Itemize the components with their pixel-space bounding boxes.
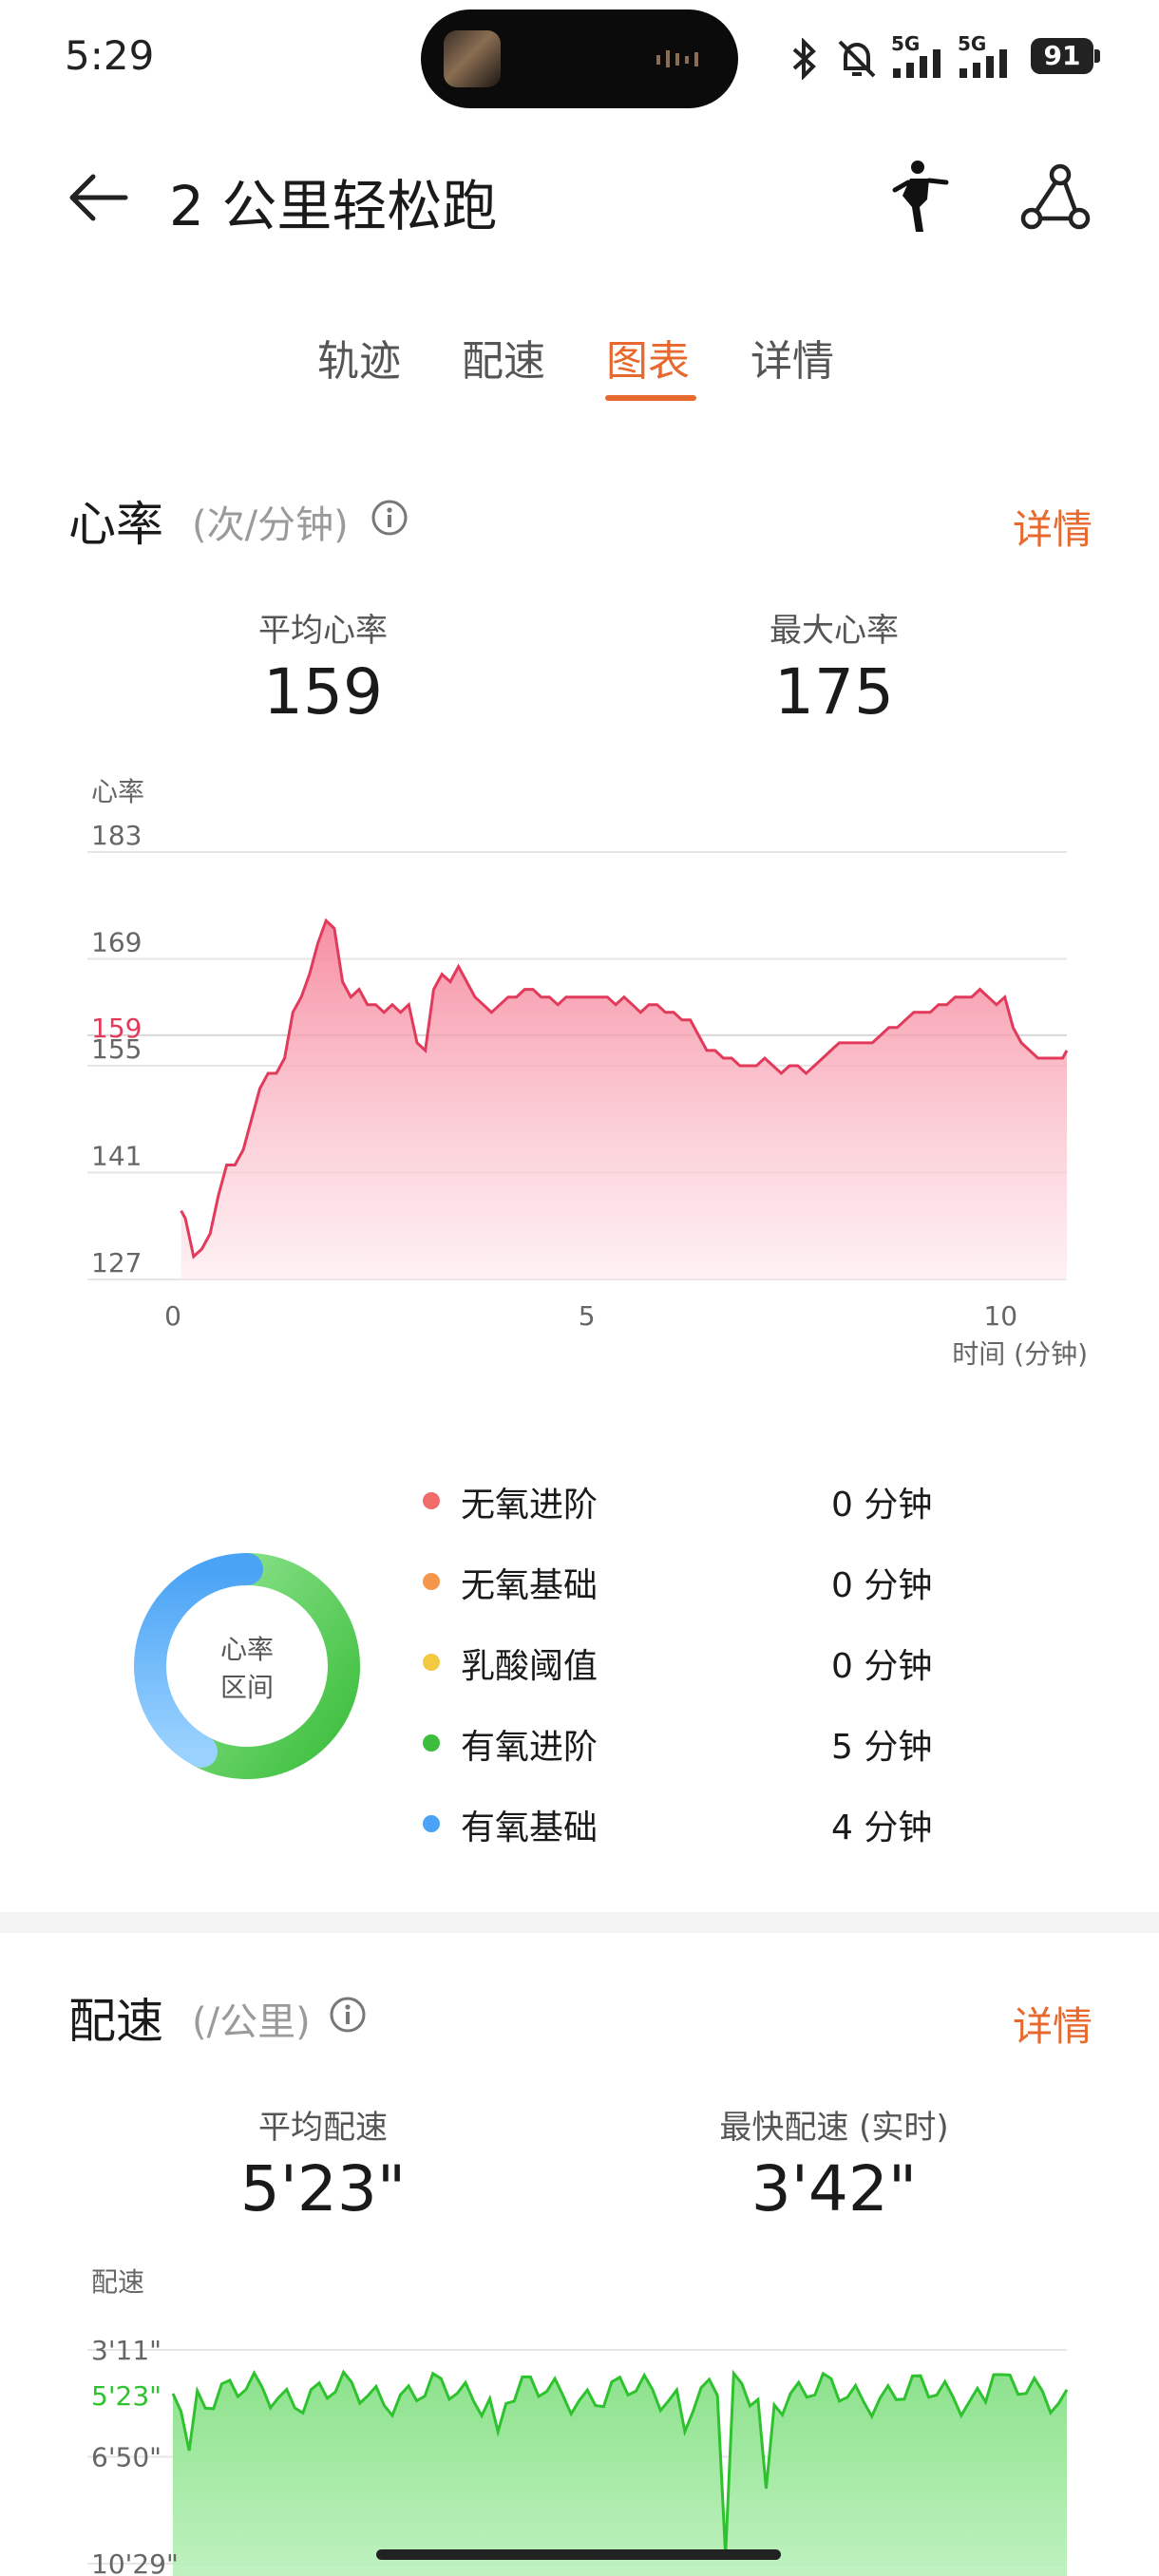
max-heart-rate-value: 175 bbox=[774, 655, 894, 729]
hr-avg-label: 159 bbox=[91, 1013, 142, 1044]
zone-name: 无氧进阶 bbox=[461, 1486, 598, 1525]
donut-center-line2: 区间 bbox=[220, 1672, 274, 1703]
bluetooth-icon bbox=[792, 38, 816, 80]
hr-x-axis-label: 时间 (分钟) bbox=[952, 1338, 1088, 1368]
info-icon[interactable] bbox=[329, 1996, 367, 2034]
heart-rate-zone-donut[interactable]: 心率 区间 bbox=[133, 1552, 361, 1780]
tab-details[interactable]: 详情 bbox=[750, 327, 834, 388]
tab-charts[interactable]: 图表 bbox=[606, 327, 690, 388]
pace-chart[interactable]: 3'11" 6'50" 10'29" 5'23" 配速 bbox=[0, 2251, 1159, 2576]
heart-rate-detail-link[interactable]: 详情 bbox=[1013, 498, 1092, 556]
pace-avg-label: 5'23" bbox=[91, 2380, 162, 2412]
zone-dot bbox=[423, 1654, 440, 1671]
hr-y-tick: 127 bbox=[91, 1247, 142, 1279]
running-figure-icon[interactable] bbox=[889, 158, 950, 237]
zone-value: 4 分钟 bbox=[831, 1809, 933, 1847]
media-thumbnail[interactable] bbox=[444, 30, 501, 87]
status-time: 5:29 bbox=[65, 32, 155, 79]
zone-legend-aerobic-base: 有氧基础 4 分钟 bbox=[423, 1800, 955, 1847]
max-heart-rate-label: 最大心率 bbox=[770, 612, 899, 650]
zone-value: 5 分钟 bbox=[831, 1728, 933, 1767]
zone-legend-anaerobic-advanced: 无氧进阶 0 分钟 bbox=[423, 1477, 955, 1525]
zone-dot bbox=[423, 1734, 440, 1752]
battery-tip bbox=[1094, 49, 1100, 63]
heart-rate-chart[interactable]: 183169155141127159心率0 5 10时间 (分钟) bbox=[0, 760, 1159, 1368]
hr-y-tick: 169 bbox=[91, 927, 142, 958]
zone-arc-aerobic-advanced bbox=[185, 1553, 360, 1779]
battery-indicator: 91 bbox=[1031, 38, 1093, 74]
home-indicator[interactable] bbox=[376, 2549, 781, 2560]
hr-x-tick: 0 bbox=[164, 1300, 181, 1332]
tab-pace[interactable]: 配速 bbox=[462, 327, 545, 388]
zone-value: 0 分钟 bbox=[831, 1486, 933, 1525]
avg-heart-rate-label: 平均心率 bbox=[258, 612, 388, 650]
hr-x-tick: 10 bbox=[983, 1300, 1017, 1332]
zone-dot bbox=[423, 1573, 440, 1590]
audio-wave-icon bbox=[656, 50, 698, 67]
pace-y-axis-label: 配速 bbox=[91, 2266, 144, 2298]
zone-dot bbox=[423, 1815, 440, 1832]
heart-rate-area bbox=[180, 920, 1067, 1279]
zone-name: 无氧基础 bbox=[461, 1566, 598, 1605]
zone-legend-anaerobic-base: 无氧基础 0 分钟 bbox=[423, 1558, 955, 1605]
zone-value: 0 分钟 bbox=[831, 1647, 933, 1686]
pace-detail-link[interactable]: 详情 bbox=[1013, 1995, 1092, 2053]
avg-heart-rate-value: 159 bbox=[263, 655, 383, 729]
pace-unit: (/公里) bbox=[192, 2000, 311, 2044]
zone-name: 有氧基础 bbox=[461, 1809, 598, 1847]
zone-name: 乳酸阈值 bbox=[461, 1647, 598, 1686]
section-divider bbox=[0, 1912, 1159, 1933]
max-pace-value: 3'42" bbox=[750, 2152, 918, 2226]
hr-y-axis-label: 心率 bbox=[91, 776, 144, 807]
hr-y-tick: 141 bbox=[91, 1141, 142, 1172]
route-icon[interactable] bbox=[1018, 163, 1091, 232]
avg-pace-label: 平均配速 bbox=[258, 2109, 388, 2147]
hr-x-tick: 5 bbox=[579, 1300, 596, 1332]
heart-rate-unit: (次/分钟) bbox=[192, 503, 349, 547]
signal-icon-2 bbox=[960, 49, 1007, 78]
pace-y-tick: 10'29" bbox=[91, 2548, 179, 2576]
hr-y-tick: 183 bbox=[91, 820, 142, 851]
dynamic-island[interactable] bbox=[421, 9, 738, 108]
signal-icon bbox=[893, 49, 940, 78]
zone-legend-lactate-threshold: 乳酸阈值 0 分钟 bbox=[423, 1638, 955, 1686]
pace-title: 配速 bbox=[68, 1994, 163, 2049]
donut-center-line1: 心率 bbox=[220, 1634, 274, 1665]
back-arrow-icon[interactable] bbox=[66, 163, 135, 232]
tab-track[interactable]: 轨迹 bbox=[317, 327, 401, 388]
info-icon[interactable] bbox=[370, 499, 408, 537]
max-pace-label: 最快配速 (实时) bbox=[719, 2109, 949, 2147]
page-title: 2 公里轻松跑 bbox=[169, 174, 498, 238]
zone-value: 0 分钟 bbox=[831, 1566, 933, 1605]
zone-name: 有氧进阶 bbox=[461, 1728, 598, 1767]
heart-rate-title: 心率 bbox=[68, 497, 163, 552]
mute-bell-icon bbox=[838, 40, 876, 78]
pace-y-tick: 6'50" bbox=[91, 2442, 162, 2473]
zone-legend-aerobic-advanced: 有氧进阶 5 分钟 bbox=[423, 1719, 955, 1767]
avg-pace-value: 5'23" bbox=[239, 2152, 407, 2226]
pace-y-tick: 3'11" bbox=[91, 2335, 162, 2366]
zone-dot bbox=[423, 1492, 440, 1509]
active-tab-indicator bbox=[605, 395, 696, 401]
